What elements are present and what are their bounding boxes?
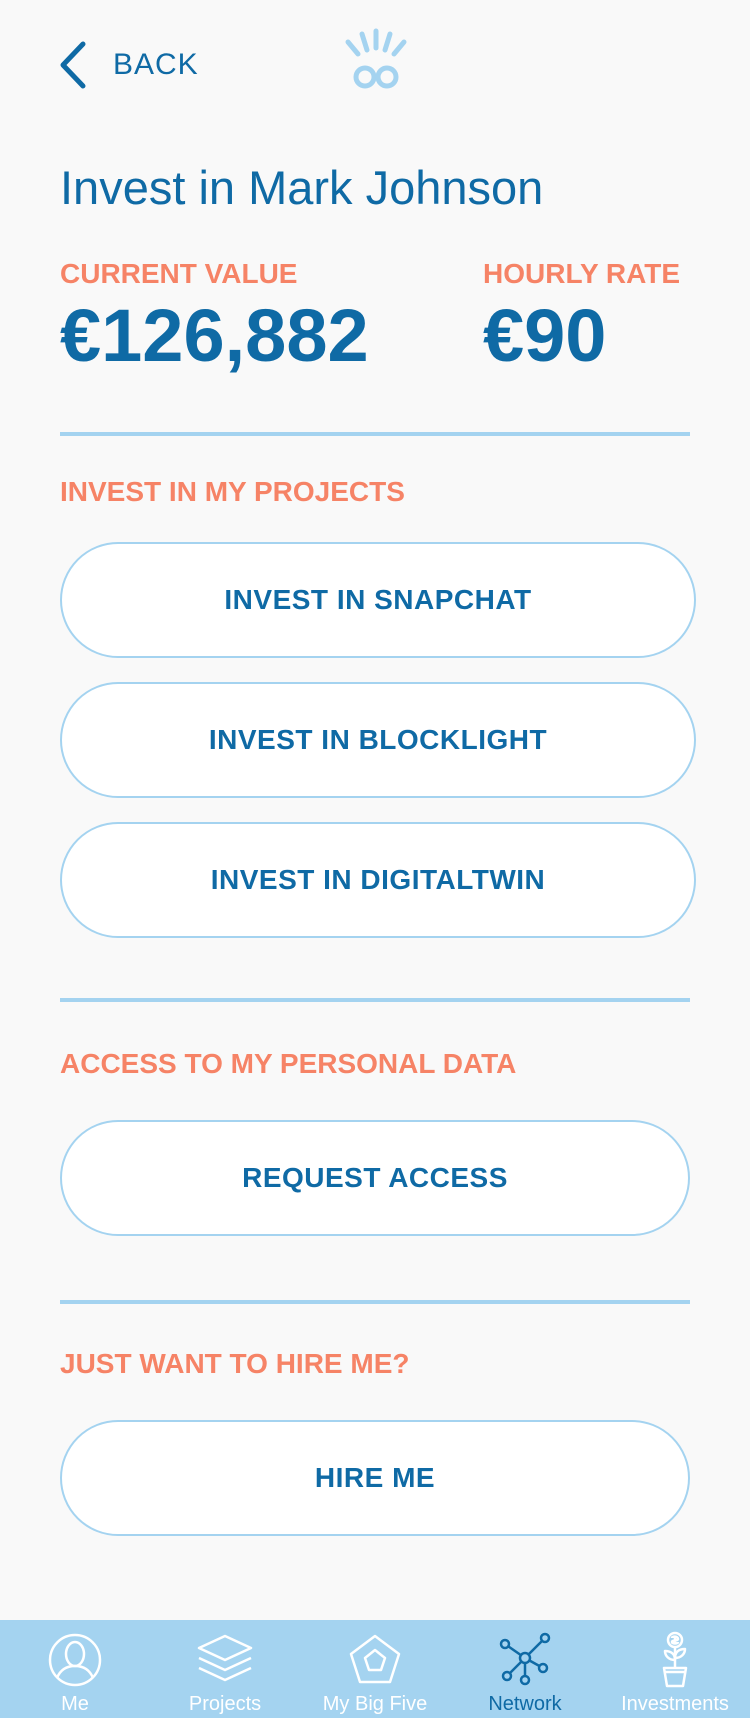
tab-network[interactable]: Network <box>450 1620 600 1718</box>
hire-me-label: HIRE ME <box>314 1462 436 1493</box>
tab-my-big-five[interactable]: My Big Five <box>300 1620 450 1718</box>
divider <box>60 998 690 1002</box>
person-icon <box>48 1633 102 1687</box>
back-label: BACK <box>113 48 199 81</box>
hire-me-button[interactable]: HIRE ME <box>60 1420 690 1536</box>
chevron-left-icon <box>60 41 86 89</box>
tab-investments-label: Investments <box>621 1693 729 1715</box>
tab-me[interactable]: Me <box>0 1620 150 1718</box>
personal-data-section-label: ACCESS TO MY PERSONAL DATA <box>60 1048 517 1079</box>
hourly-rate-label: HOURLY RATE <box>483 258 681 289</box>
current-value-label: CURRENT VALUE <box>60 258 298 289</box>
network-icon <box>499 1632 551 1686</box>
divider <box>60 432 690 436</box>
tab-bar: Me Projects My Big Five Network Investme… <box>0 1620 750 1718</box>
invest-blocklight-label: INVEST IN BLOCKLIGHT <box>208 724 548 755</box>
tab-projects-label: Projects <box>188 1693 262 1715</box>
divider <box>60 1300 690 1304</box>
invest-snapchat-button[interactable]: INVEST IN SNAPCHAT <box>60 542 696 658</box>
tab-network-label: Network <box>488 1693 562 1715</box>
projects-section-label: INVEST IN MY PROJECTS <box>60 476 405 507</box>
pentagon-icon <box>349 1634 401 1684</box>
invest-snapchat-label: INVEST IN SNAPCHAT <box>224 584 532 615</box>
invest-digitaltwin-button[interactable]: INVEST IN DIGITALTWIN <box>60 822 696 938</box>
tab-investments[interactable]: Investments <box>600 1620 750 1718</box>
layers-icon <box>197 1634 253 1682</box>
hire-section-label: JUST WANT TO HIRE ME? <box>60 1348 410 1379</box>
request-access-button[interactable]: REQUEST ACCESS <box>60 1120 690 1236</box>
page-title: Invest in Mark Johnson <box>60 161 544 214</box>
hourly-rate-value: €90 <box>483 294 607 377</box>
back-button[interactable]: BACK <box>55 38 199 92</box>
invest-digitaltwin-label: INVEST IN DIGITALTWIN <box>210 864 546 895</box>
tab-projects[interactable]: Projects <box>150 1620 300 1718</box>
current-value: €126,882 <box>60 294 369 377</box>
money-plant-icon <box>662 1631 688 1688</box>
invest-blocklight-button[interactable]: INVEST IN BLOCKLIGHT <box>60 682 696 798</box>
tab-me-label: Me <box>61 1693 89 1715</box>
logo-icon <box>345 28 407 89</box>
request-access-label: REQUEST ACCESS <box>242 1162 508 1193</box>
top-bar: BACK <box>0 0 750 130</box>
tab-my-big-five-label: My Big Five <box>322 1693 428 1715</box>
